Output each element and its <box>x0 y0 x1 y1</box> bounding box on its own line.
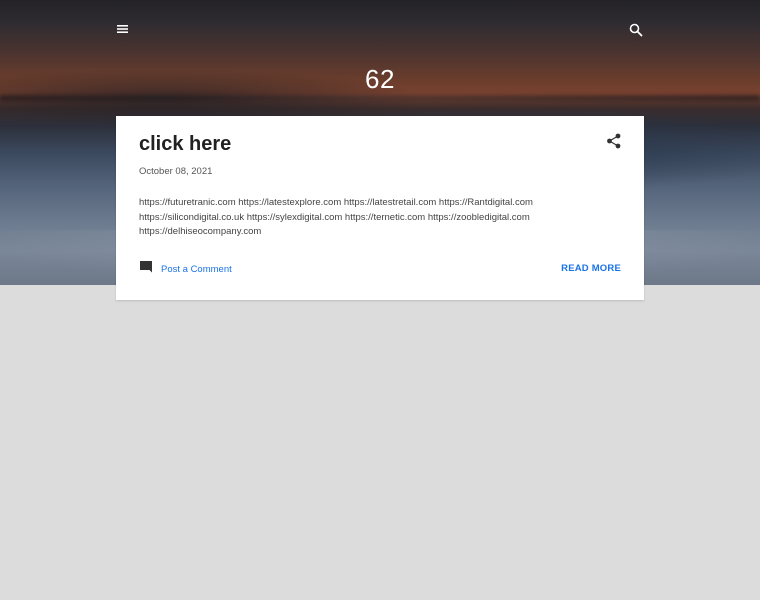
post-comment-link[interactable]: Post a Comment <box>139 260 232 279</box>
comment-icon <box>139 260 153 279</box>
horizon-band <box>0 95 760 101</box>
post-title[interactable]: click here <box>139 133 231 156</box>
share-icon[interactable] <box>605 132 623 150</box>
search-icon[interactable] <box>626 20 646 40</box>
blog-title[interactable]: 62 <box>0 64 760 95</box>
post-body: https://futuretranic.com https://lateste… <box>139 197 533 237</box>
post-card: click here October 08, 2021 https://futu… <box>116 116 644 300</box>
post-comment-label: Post a Comment <box>161 263 232 275</box>
read-more-button[interactable]: READ MORE <box>561 263 621 274</box>
hamburger-menu-icon[interactable] <box>113 19 133 39</box>
post-date[interactable]: October 08, 2021 <box>139 166 212 177</box>
